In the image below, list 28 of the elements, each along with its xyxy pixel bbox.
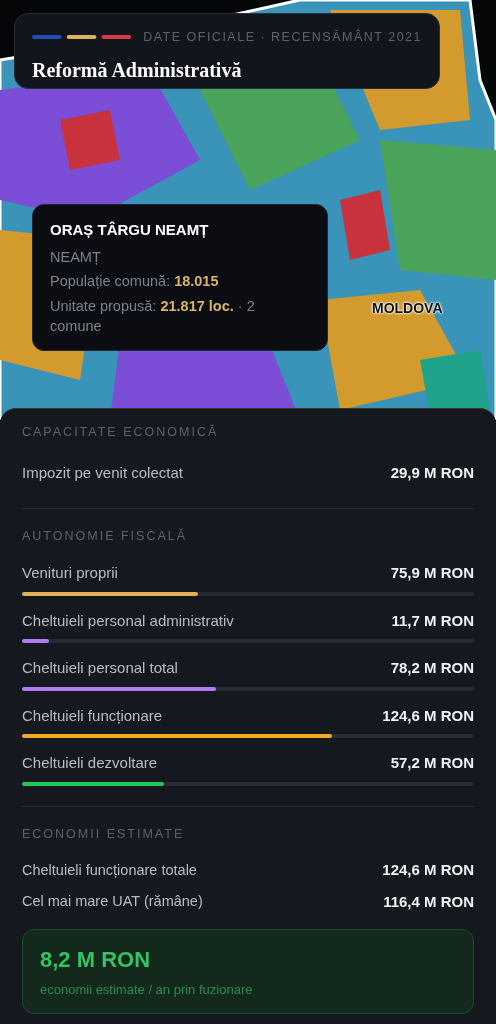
metric-label: Cheltuieli funcționare totale — [22, 860, 197, 880]
metric-value: 75,9 M RON — [390, 563, 474, 583]
tooltip-county: NEAMȚ — [50, 247, 102, 267]
savings-value: 8,2 M RON — [40, 946, 152, 975]
metric-value: 116,4 M RON — [383, 891, 474, 912]
section-heading: CAPACITATE ECONOMICĂ — [22, 423, 220, 441]
metric-value: 124,6 M RON — [382, 705, 474, 726]
metric-label: Venituri proprii — [22, 563, 118, 583]
header-kicker: DATE OFICIALE · RECENSĂMÂNT 2021 — [143, 28, 422, 46]
tooltip-unit: Unitate propusă: 21.817 loc. · 2 comune — [50, 297, 256, 336]
metric-value: 11,7 M RON — [391, 610, 474, 631]
savings-caption: economii estimate / an prin fuzionare — [40, 981, 254, 1000]
metric-label: Impozit pe venit colectat — [22, 462, 183, 483]
tooltip-title: ORAȘ TÂRGU NEAMȚ — [50, 220, 210, 240]
section-heading: AUTONOMIE FISCALĂ — [22, 527, 189, 546]
metric-value: 57,2 M RON — [390, 753, 474, 773]
tooltip-population: Populație comună: 18.015 — [50, 272, 220, 292]
metric-label: Cel mai mare UAT (rămâne) — [22, 892, 203, 912]
metric-label: Cheltuieli funcționare — [22, 705, 163, 726]
metric-label: Cheltuieli dezvoltare — [22, 753, 158, 773]
metric-value: 78,2 M RON — [390, 658, 474, 678]
metric-label: Cheltuieli personal total — [22, 658, 178, 678]
metric-value: 29,9 M RON — [390, 462, 474, 483]
section-heading: ECONOMII ESTIMATE — [22, 825, 186, 843]
metric-label: Cheltuieli personal administrativ — [22, 610, 234, 631]
metric-value: 124,6 M RON — [382, 860, 474, 881]
flag-stripes-icon — [32, 35, 134, 40]
app-title: Reformă Administrativă — [32, 57, 243, 83]
